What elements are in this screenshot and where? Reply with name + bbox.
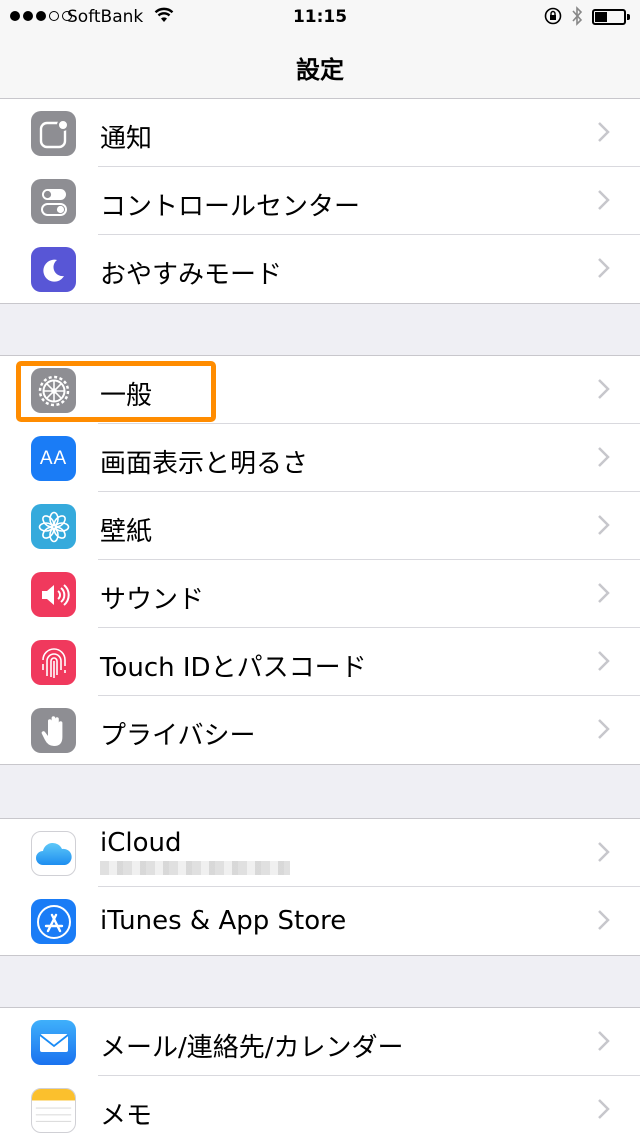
icloud-icon	[31, 831, 76, 876]
chevron-right-icon	[597, 1098, 610, 1124]
row-label: 画面表示と明るさ	[100, 449, 309, 479]
chevron-right-icon	[597, 841, 610, 867]
row-label: 通知	[100, 124, 153, 154]
chevron-right-icon	[597, 514, 610, 540]
settings-row-display-brightness[interactable]: AA 画面表示と明るさ	[0, 424, 640, 492]
settings-row-do-not-disturb[interactable]: おやすみモード	[0, 235, 640, 303]
icon-glyph: AA	[39, 447, 68, 469]
settings-row-notes[interactable]: メモ	[0, 1076, 640, 1138]
chevron-right-icon	[597, 378, 610, 404]
chevron-right-icon	[597, 718, 610, 744]
chevron-right-icon	[597, 909, 610, 935]
settings-row-sounds[interactable]: サウンド	[0, 560, 640, 628]
settings-row-itunes-app-store[interactable]: iTunes & App Store	[0, 887, 640, 955]
row-label: プライバシー	[100, 721, 256, 751]
row-label: iTunes & App Store	[100, 906, 347, 936]
settings-group-4: メール/連絡先/カレンダー メモ	[0, 1007, 640, 1138]
chevron-right-icon	[597, 446, 610, 472]
chevron-right-icon	[597, 257, 610, 283]
settings-row-privacy[interactable]: プライバシー	[0, 696, 640, 764]
row-label: iCloud	[100, 828, 182, 858]
rotation-lock-icon	[544, 7, 562, 30]
settings-row-wallpaper[interactable]: 壁紙	[0, 492, 640, 560]
header: SoftBank 11:15 設定	[0, 0, 640, 100]
notifications-icon	[31, 111, 76, 156]
settings-row-control-center[interactable]: コントロールセンター	[0, 167, 640, 235]
row-label: サウンド	[100, 585, 205, 615]
settings-group-2: 一般 AA 画面表示と明るさ 壁紙 サウンド Touch IDとパスコード プラ…	[0, 355, 640, 765]
bluetooth-icon	[571, 6, 583, 31]
control-center-icon	[31, 179, 76, 224]
app-store-icon	[31, 899, 76, 944]
chevron-right-icon	[597, 582, 610, 608]
page-title: 設定	[296, 56, 344, 84]
row-label: 壁紙	[100, 517, 153, 547]
chevron-right-icon	[597, 650, 610, 676]
row-label: メール/連絡先/カレンダー	[100, 1033, 404, 1063]
settings-row-general[interactable]: 一般	[0, 356, 640, 424]
settings-row-icloud[interactable]: iCloud	[0, 819, 640, 887]
status-bar: SoftBank 11:15	[0, 0, 640, 34]
row-label: 一般	[100, 381, 153, 411]
row-label: メモ	[100, 1101, 153, 1131]
chevron-right-icon	[597, 121, 610, 147]
hand-icon	[31, 708, 76, 753]
display-text-icon: AA	[31, 436, 76, 481]
wallpaper-flower-icon	[31, 504, 76, 549]
row-label: おやすみモード	[100, 260, 283, 290]
settings-row-notifications[interactable]: 通知	[0, 99, 640, 167]
speaker-icon	[31, 572, 76, 617]
row-label: コントロールセンター	[100, 192, 361, 222]
settings-row-touch-id-passcode[interactable]: Touch IDとパスコード	[0, 628, 640, 696]
battery-icon	[592, 9, 630, 25]
settings-group-3: iCloud iTunes & App Store	[0, 818, 640, 956]
account-id-redacted	[100, 861, 290, 875]
fingerprint-icon	[31, 640, 76, 685]
notes-icon	[31, 1088, 76, 1133]
row-label: Touch IDとパスコード	[100, 653, 367, 683]
settings-row-mail-contacts-calendars[interactable]: メール/連絡先/カレンダー	[0, 1008, 640, 1076]
chevron-right-icon	[597, 189, 610, 215]
settings-group-1: 通知 コントロールセンター おやすみモード	[0, 98, 640, 304]
gear-icon	[31, 368, 76, 413]
mail-icon	[31, 1020, 76, 1065]
chevron-right-icon	[597, 1030, 610, 1056]
moon-icon	[31, 247, 76, 292]
